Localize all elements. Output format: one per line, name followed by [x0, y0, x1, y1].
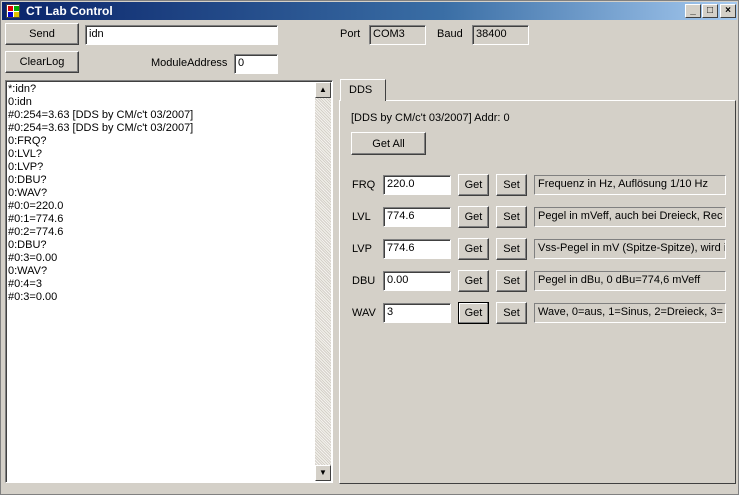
wav-set-button[interactable]: Set [496, 302, 527, 324]
log-line: #0:3=0.00 [8, 252, 58, 264]
log-line: #0:4=3 [8, 278, 42, 290]
wav-label: WAV [352, 307, 376, 319]
scroll-up-icon[interactable]: ▲ [315, 82, 331, 98]
lvp-set-button[interactable]: Set [496, 238, 527, 260]
port-field: COM3 [369, 25, 426, 45]
dbu-input[interactable]: 0.00 [383, 271, 451, 291]
close-button[interactable]: × [720, 4, 736, 18]
log-line: #0:0=220.0 [8, 200, 64, 212]
lvl-input[interactable]: 774.6 [383, 207, 451, 227]
dbu-label: DBU [352, 275, 376, 287]
log-line: #0:254=3.63 [DDS by CM/c't 03/2007] [8, 122, 194, 134]
module-address-input[interactable]: 0 [234, 54, 278, 74]
command-input[interactable]: idn [85, 25, 278, 45]
frq-description: Frequenz in Hz, Auflösung 1/10 Hz [534, 175, 726, 195]
log-line: 0:LVL? [8, 148, 43, 160]
send-button[interactable]: Send [5, 23, 79, 45]
lvp-get-button[interactable]: Get [458, 238, 489, 260]
window-title: CT Lab Control [26, 4, 113, 18]
log-scrollbar[interactable]: ▲ ▼ [315, 82, 331, 481]
app-window: CT Lab Control _ □ × Send idn Port COM3 … [0, 0, 739, 495]
log-line: #0:3=0.00 [8, 291, 58, 303]
clearlog-button[interactable]: ClearLog [5, 51, 79, 73]
scroll-down-icon[interactable]: ▼ [315, 465, 331, 481]
log-line: 0:DBU? [8, 174, 47, 186]
wav-get-button[interactable]: Get [458, 302, 489, 324]
log-lines: *:idn? 0:idn #0:254=3.63 [DDS by CM/c't 03… [8, 83, 316, 304]
frq-label: FRQ [352, 179, 376, 191]
log-line: #0:254=3.63 [DDS by CM/c't 03/2007] [8, 109, 194, 121]
minimize-button[interactable]: _ [685, 4, 701, 18]
lvl-label: LVL [352, 211, 371, 223]
log-line: 0:LVP? [8, 161, 44, 173]
log-line: #0:1=774.6 [8, 213, 64, 225]
lvp-input[interactable]: 774.6 [383, 239, 451, 259]
dbu-description: Pegel in dBu, 0 dBu=774,6 mVeff [534, 271, 726, 291]
dbu-get-button[interactable]: Get [458, 270, 489, 292]
lvl-description: Pegel in mVeff, auch bei Dreieck, Rec [534, 207, 726, 227]
get-all-button[interactable]: Get All [351, 132, 426, 155]
log-line: #0:2=774.6 [8, 226, 64, 238]
lvp-description: Vss-Pegel in mV (Spitze-Spitze), wird in… [534, 239, 726, 259]
log-line: 0:DBU? [8, 239, 47, 251]
lvl-get-button[interactable]: Get [458, 206, 489, 228]
baud-field: 38400 [472, 25, 529, 45]
frq-set-button[interactable]: Set [496, 174, 527, 196]
baud-label: Baud [437, 28, 463, 40]
dds-panel: [DDS by CM/c't 03/2007] Addr: 0 Get All … [339, 100, 736, 484]
frq-get-button[interactable]: Get [458, 174, 489, 196]
port-label: Port [340, 28, 361, 40]
log-line: 0:idn [8, 96, 32, 108]
maximize-button[interactable]: □ [702, 4, 718, 18]
dbu-set-button[interactable]: Set [496, 270, 527, 292]
module-address-label: ModuleAddress [151, 57, 228, 69]
wav-input[interactable]: 3 [383, 303, 451, 323]
log-textarea[interactable]: *:idn? 0:idn #0:254=3.63 [DDS by CM/c't 03… [5, 80, 333, 483]
wav-description: Wave, 0=aus, 1=Sinus, 2=Dreieck, 3= [534, 303, 726, 323]
app-icon[interactable] [6, 4, 20, 18]
log-line: 0:WAV? [8, 187, 48, 199]
frq-input[interactable]: 220.0 [383, 175, 451, 195]
dds-info: [DDS by CM/c't 03/2007] Addr: 0 [351, 112, 510, 124]
log-line: 0:FRQ? [8, 135, 47, 147]
log-line: 0:WAV? [8, 265, 48, 277]
lvl-set-button[interactable]: Set [496, 206, 527, 228]
lvp-label: LVP [352, 243, 372, 255]
title-bar[interactable]: CT Lab Control _ □ × [2, 2, 737, 20]
log-line: *:idn? [8, 83, 37, 95]
tab-dds[interactable]: DDS [340, 79, 386, 101]
